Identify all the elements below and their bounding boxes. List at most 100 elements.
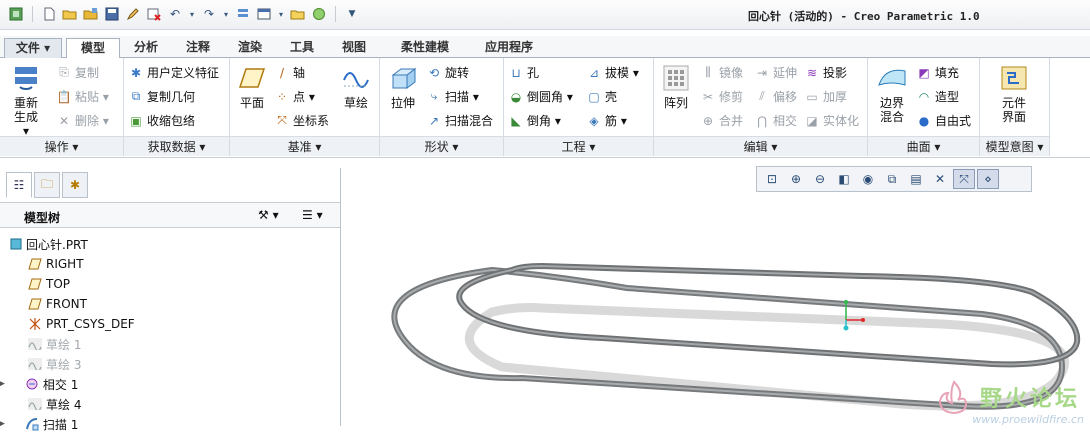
udf-button[interactable]: ✱ 用户定义特征 (128, 64, 219, 81)
copy-button[interactable]: ⎘ 复制 (56, 64, 99, 81)
pattern-button[interactable]: 阵列 (660, 64, 692, 110)
tree-item-5[interactable]: 草绘 1 (28, 334, 81, 354)
sketch-button[interactable]: 草绘 (338, 64, 374, 110)
fill-button[interactable]: ◩ 填充 (916, 64, 959, 81)
folder-icon[interactable] (290, 6, 306, 22)
rib-button[interactable]: ◈ 筋 ▾ (586, 112, 626, 129)
chamfer-button[interactable]: ◣ 倒角 ▾ (508, 112, 560, 129)
tab-model[interactable]: 模型 (66, 38, 120, 59)
axis-button[interactable]: / 轴 (274, 64, 305, 81)
component-interface-button[interactable]: 元件界面 (994, 64, 1034, 124)
draft-button[interactable]: ⊿ 拔模 ▾ (586, 64, 639, 81)
shell-button[interactable]: ▢ 壳 (586, 88, 617, 105)
sweep-button[interactable]: ⤷ 扫描 ▾ (426, 88, 479, 105)
tab-analysis[interactable]: 分析 (124, 38, 168, 58)
group-label-operations[interactable]: 操作 ▾ (0, 136, 124, 156)
layer-tab[interactable]: 🗀 (34, 172, 60, 198)
refit-icon[interactable]: ⊡ (761, 169, 783, 189)
redo-icon[interactable]: ↷ (201, 6, 217, 22)
app-icon[interactable] (8, 6, 24, 22)
new-icon[interactable] (41, 6, 57, 22)
tree-item-4[interactable]: PRT_CSYS_DEF (28, 314, 135, 334)
tree-item-8[interactable]: 草绘 4 (28, 394, 81, 414)
display-style-icon[interactable]: ◉ (857, 169, 879, 189)
chevron-down-icon[interactable]: ▾ (222, 6, 230, 22)
windows-icon[interactable] (256, 6, 272, 22)
zoom-out-icon[interactable]: ⊖ (809, 169, 831, 189)
intersect-button[interactable]: ⋂ 相交 (754, 112, 797, 129)
model-tree-tab[interactable]: ☷ (6, 172, 32, 198)
mirror-button[interactable]: ⫼ 镜像 (700, 64, 743, 81)
plane-button[interactable]: 平面 (236, 64, 268, 110)
edit-icon[interactable] (125, 6, 141, 22)
regenerate-button[interactable]: 重新生成 ▾ (6, 64, 46, 138)
zoom-in-icon[interactable]: ⊕ (785, 169, 807, 189)
save-icon[interactable] (104, 6, 120, 22)
tab-applications[interactable]: 应用程序 (472, 38, 546, 58)
copy-geometry-button[interactable]: ⧉ 复制几何 (128, 88, 195, 105)
customize-icon[interactable]: ▼ (344, 6, 360, 22)
view-manager-icon[interactable]: ▤ (905, 169, 927, 189)
delete-button[interactable]: ✕ 删除 ▾ (56, 112, 109, 129)
regenerate-icon[interactable] (235, 6, 251, 22)
tree-settings-icon[interactable]: ⚒ ▾ (258, 208, 279, 222)
group-label-model-intent[interactable]: 模型意图 ▾ (980, 136, 1050, 156)
spin-center-icon[interactable]: ⤧ (953, 169, 975, 189)
trim-button[interactable]: ✂ 修剪 (700, 88, 743, 105)
open-icon[interactable] (62, 6, 78, 22)
hole-button[interactable]: ⊔ 孔 (508, 64, 539, 81)
revolve-button[interactable]: ⟲ 旋转 (426, 64, 469, 81)
open-folder-icon[interactable] (83, 6, 99, 22)
point-button[interactable]: ⁘ 点 ▾ (274, 88, 315, 105)
group-label-get-data[interactable]: 获取数据 ▾ (124, 136, 230, 156)
boundary-blend-button[interactable]: 边界混合 (872, 64, 912, 124)
tree-item-0[interactable]: 回心针.PRT (10, 234, 88, 254)
graphics-window[interactable]: 野火论坛 www.proewildfire.cn (342, 192, 1090, 426)
solidify-button[interactable]: ◪ 实体化 (804, 112, 859, 129)
extend-button[interactable]: ⇥ 延伸 (754, 64, 797, 81)
sphere-icon[interactable] (311, 6, 327, 22)
extrude-button[interactable]: 拉伸 (386, 64, 420, 110)
tab-annotate[interactable]: 注释 (176, 38, 220, 58)
close-window-icon[interactable] (146, 6, 162, 22)
offset-button[interactable]: ⫽ 偏移 (754, 88, 797, 105)
favorites-tab[interactable]: ✱ (62, 172, 88, 198)
chevron-down-icon[interactable]: ▾ (277, 6, 285, 22)
tree-show-icon[interactable]: ☰ ▾ (302, 208, 323, 222)
repaint-icon[interactable]: ◧ (833, 169, 855, 189)
tree-item-9[interactable]: ▶ 扫描 1 (0, 414, 78, 434)
tab-view[interactable]: 视图 (332, 38, 376, 58)
merge-button[interactable]: ⊕ 合并 (700, 112, 743, 129)
saved-views-icon[interactable]: ⧉ (881, 169, 903, 189)
shrinkwrap-button[interactable]: ▣ 收缩包络 (128, 112, 195, 129)
tree-item-6[interactable]: 草绘 3 (28, 354, 81, 374)
freestyle-button[interactable]: ● 自由式 (916, 112, 971, 129)
csys-button[interactable]: ⤧ 坐标系 (274, 112, 329, 129)
tree-item-7[interactable]: ▶ 相交 1 (0, 374, 78, 394)
tab-flexible-modeling[interactable]: 柔性建模 (388, 38, 462, 58)
tree-item-2[interactable]: TOP (28, 274, 70, 294)
group-label-shape[interactable]: 形状 ▾ (380, 136, 504, 156)
group-label-engineering[interactable]: 工程 ▾ (504, 136, 654, 156)
tree-item-1[interactable]: RIGHT (28, 254, 84, 274)
tree-item-3[interactable]: FRONT (28, 294, 87, 314)
group-label-surface[interactable]: 曲面 ▾ (868, 136, 980, 156)
tab-tools[interactable]: 工具 (280, 38, 324, 58)
group-label-edit[interactable]: 编辑 ▾ (654, 136, 868, 156)
project-button[interactable]: ≋ 投影 (804, 64, 847, 81)
expand-arrow-icon[interactable]: ▶ (0, 379, 5, 389)
solidify-icon: ◪ (806, 113, 818, 128)
datum-display-icon[interactable]: ✕ (929, 169, 951, 189)
tab-render[interactable]: 渲染 (228, 38, 272, 58)
tab-file[interactable]: 文件 ▾ (4, 38, 62, 58)
expand-arrow-icon[interactable]: ▶ (0, 419, 5, 429)
chevron-down-icon[interactable]: ▾ (188, 6, 196, 22)
group-label-datum[interactable]: 基准 ▾ (230, 136, 380, 156)
swept-blend-button[interactable]: ↗ 扫描混合 (426, 112, 493, 129)
undo-icon[interactable]: ↶ (167, 6, 183, 22)
thicken-button[interactable]: ▭ 加厚 (804, 88, 847, 105)
round-button[interactable]: ◒ 倒圆角 ▾ (508, 88, 573, 105)
paste-button[interactable]: 📋 粘贴 ▾ (56, 88, 109, 105)
style-button[interactable]: ◠ 造型 (916, 88, 959, 105)
annotation-display-icon[interactable]: ⋄ (977, 169, 999, 189)
